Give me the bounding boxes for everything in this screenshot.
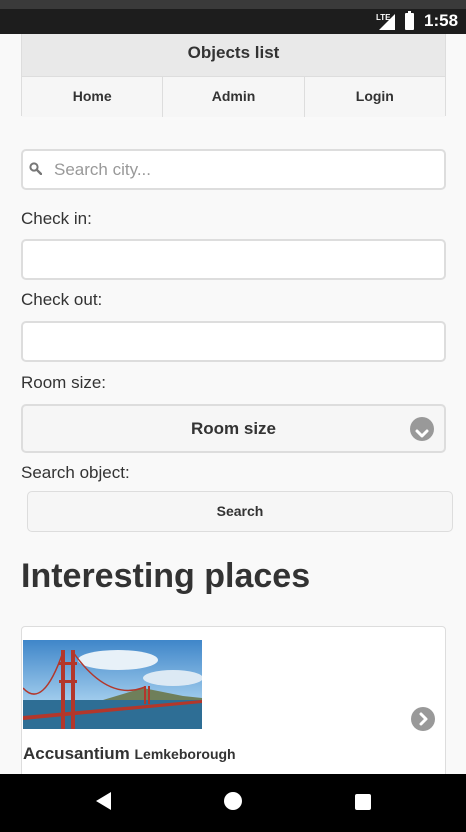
page-title: Objects list bbox=[22, 34, 445, 77]
search-button[interactable]: Search bbox=[27, 491, 453, 532]
header-navigation: Objects list Home Admin Login bbox=[21, 34, 446, 117]
room-size-label: Room size: bbox=[21, 373, 107, 392]
check-in-label: Check in: bbox=[21, 209, 92, 228]
system-navigation-bar bbox=[0, 774, 466, 832]
chevron-right-icon[interactable] bbox=[411, 707, 435, 731]
app-screen: LTE 1:58 Objects list Home Admin Login S… bbox=[0, 0, 466, 832]
search-city-placeholder: Search city... bbox=[54, 160, 151, 179]
place-title: Accusantium Lemkeborough bbox=[23, 744, 236, 764]
room-size-select[interactable]: Room size bbox=[21, 404, 446, 453]
tab-admin[interactable]: Admin bbox=[163, 77, 305, 117]
place-photo bbox=[23, 640, 202, 729]
search-city-input[interactable]: Search city... bbox=[21, 149, 446, 190]
signal-icon bbox=[379, 14, 395, 30]
battery-icon bbox=[405, 11, 414, 30]
page-content: Objects list Home Admin Login Search cit… bbox=[0, 34, 466, 774]
chevron-down-icon bbox=[410, 417, 434, 441]
tab-login[interactable]: Login bbox=[305, 77, 445, 117]
room-size-value: Room size bbox=[190, 419, 277, 438]
search-icon bbox=[29, 162, 42, 175]
tab-home[interactable]: Home bbox=[22, 77, 164, 117]
status-bar: LTE 1:58 bbox=[0, 0, 466, 34]
home-icon[interactable] bbox=[224, 792, 242, 810]
place-card[interactable]: Accusantium Lemkeborough bbox=[21, 626, 446, 774]
recents-icon[interactable] bbox=[355, 794, 371, 810]
place-city: Lemkeborough bbox=[134, 746, 236, 762]
place-name: Accusantium bbox=[23, 744, 130, 763]
section-heading: Interesting places bbox=[21, 557, 311, 595]
search-object-label: Search object: bbox=[21, 463, 130, 482]
check-out-label: Check out: bbox=[21, 290, 103, 309]
nav-tabs: Home Admin Login bbox=[22, 77, 445, 117]
check-out-input[interactable] bbox=[21, 321, 446, 362]
back-icon[interactable] bbox=[96, 792, 112, 810]
check-in-input[interactable] bbox=[21, 239, 446, 280]
status-bar-top-line bbox=[0, 0, 466, 9]
clock: 1:58 bbox=[424, 11, 459, 30]
